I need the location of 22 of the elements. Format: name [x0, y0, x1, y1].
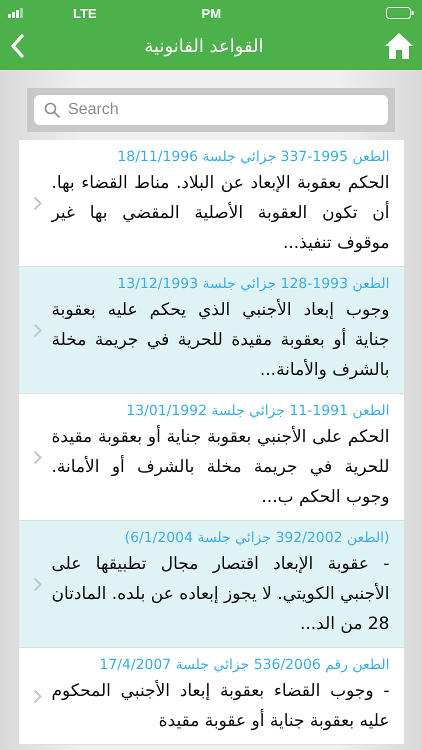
chevron-icon: [32, 196, 42, 211]
status-time: PM: [200, 6, 222, 20]
screen-title: القواعد القانونية: [144, 36, 264, 56]
ruling-summary: وجوب إبعاد الأجنبي الذي يحكم عليه بعقوبة جناية أو بعقوبة مقيدة للحرية في جريمة مخلة بالشرف والأمانة...: [52, 298, 390, 382]
ruling-reference: (الطعن 392/2002 جزائي جلسة 6/1/2004): [124, 530, 390, 546]
ruling-reference: الطعن 1993-128 جزائي جلسة 13/12/1993: [116, 276, 390, 292]
ruling-summary: - عقوبة الإبعاد اقتصار مجال تطبيقها على الأجنبي الكويتي. لا يجوز إبعاده عن بلده. المادتان 28 من الد...: [52, 553, 390, 636]
ruling-list-item[interactable]: الطعن 1993-128 جزائي جلسة 13/12/1993 وجوب إبعاد الأجنبي الذي يحكم عليه بعقوبة جناية أو بعقوبة مقيدة للحرية في جريمة مخلة بالشرف والأمانة...: [18, 267, 404, 394]
chevron-icon: [32, 577, 42, 592]
chevron-icon: [32, 689, 42, 704]
network-label: LTE: [73, 6, 97, 20]
ruling-summary: الحكم على الأجنبي بعقوبة جناية أو بعقوبة مقيدة للحرية في جريمة مخلة بالشرف أو الأمانة. وجوب الحكم ب...: [52, 424, 390, 509]
chevron-icon: [32, 450, 42, 465]
ruling-list-item[interactable]: (الطعن 392/2002 جزائي جلسة 6/1/2004) - عقوبة الإبعاد اقتصار مجال تطبيقها على الأجنبي الكويتي. لا يجوز إبعاده عن بلده. المادتان 28 من الد...: [18, 521, 404, 648]
ruling-summary: - وجوب القضاء بعقوبة إبعاد الأجنبي المحكوم عليه بعقوبة جناية أو عقوبة مقيدة: [52, 678, 390, 733]
ruling-summary: الحكم بعقوبة الإبعاد عن البلاد. مناط القضاء بها. أن تكون العقوبة الأصلية المقضي بها غير موقوف تنفيذ...: [52, 172, 390, 255]
battery-icon: [386, 7, 414, 19]
ruling-reference: الطعن رقم 536/2006 جزائي جلسة 17/4/2007: [98, 657, 390, 673]
ruling-reference: الطعن 1991-11 جزائي جلسة 13/01/1992: [125, 403, 390, 419]
chevron-icon: [32, 323, 42, 338]
ruling-reference: الطعن 1995-337 جزائي جلسة 18/11/1996: [116, 149, 390, 165]
search-field[interactable]: Search: [34, 95, 388, 125]
